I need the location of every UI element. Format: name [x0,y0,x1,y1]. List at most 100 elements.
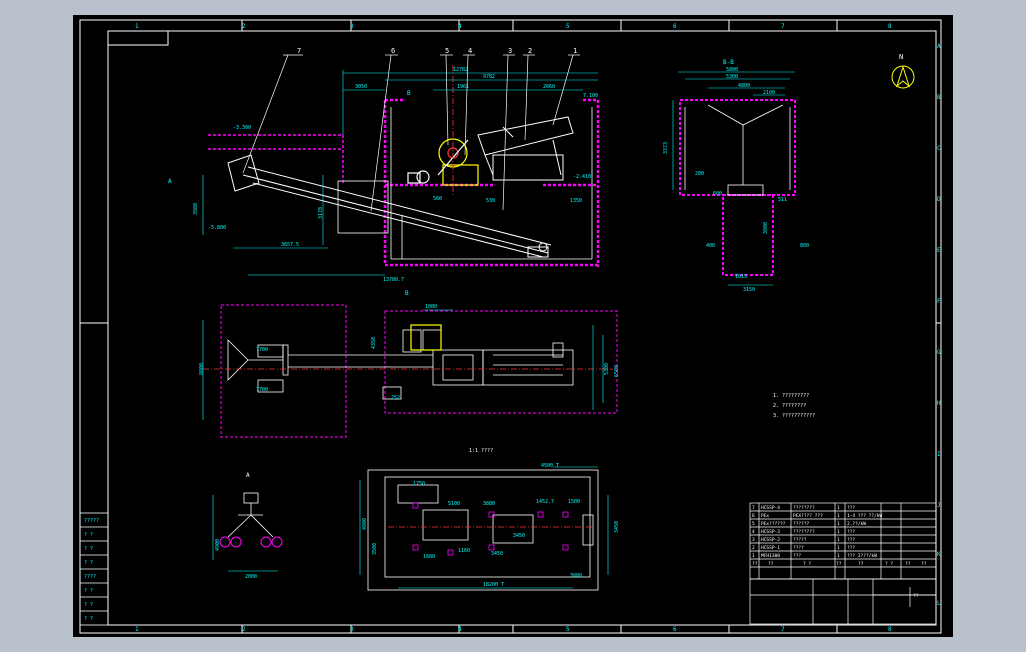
plan-dim-top: 1000 [425,304,437,310]
foundation-dimensions: 4500 T 4800 3500 3450 18200 T 1750 5100 … [359,463,620,589]
sec-s1: 511 [778,197,787,203]
section-title: B-B [723,59,734,66]
col-8-bottom: 8 [888,626,892,633]
dim-top-mid: 9782 [483,74,495,80]
sec-w1: 5800 [726,67,738,73]
sec-h6: 800 [800,243,809,249]
leader-3: 3 [508,47,512,55]
fnd-left-h2: 3500 [372,543,378,555]
pt-r1-name: ???????? [793,505,815,511]
note-2: 2. ???????? [773,403,806,409]
leader-1: 1 [573,47,577,55]
section-mark-b-top: B [407,90,411,97]
dim-deck-level: -2.410 [573,174,591,180]
col-5-bottom: 5 [566,626,570,633]
col-2-bottom: 2 [242,626,246,633]
sec-b2: 3150 [743,287,755,293]
sec-w2: 5300 [726,74,738,80]
plan-label-p1: 252 [391,395,400,401]
detail-a-outline [227,492,274,538]
strip-cell-2: ? ? [84,532,93,538]
pt-r7-mat: ??? 2???/kW [847,553,877,559]
foundation-plan[interactable]: 1:1 ???? 4500 T 4800 3500 3450 18200 T 1… [359,448,620,591]
col-3-bottom: 3 [350,626,354,633]
fnd-b: 5100 [448,501,460,507]
north-arrow-icon: N [891,53,915,89]
fnd-h: 3450 [491,551,503,557]
plan-equipment [410,324,442,351]
pt-r2-no: 6 [752,513,755,519]
pt-r4-mat: ??? [847,529,855,535]
col-6: 6 [673,23,677,30]
part-leaders: 7 6 5 4 3 2 1 [242,47,580,212]
plan-dim-left-h: 8800 [199,363,205,375]
fnd-bottom: 18200 T [483,582,504,588]
sec-h1: 3373 [663,142,669,154]
fnd-right-h: 3450 [614,521,620,533]
section-outline [684,104,791,196]
row-b: B [937,94,941,101]
pt-h-7: ?? [905,561,911,567]
leader-2: 2 [528,47,532,55]
col-1-bottom: 1 [135,626,139,633]
pt-r1-qty: 1 [837,505,840,511]
detail-a[interactable]: A 4900 2000 [212,472,283,580]
fnd-c: 3880 [483,501,495,507]
sec-b1: 1015 [735,274,747,280]
section-view-bb[interactable]: B-B 5800 5300 4800 2100 3373 200 600 380… [663,59,809,293]
col-6-bottom: 6 [673,626,677,633]
row-h: H [937,400,941,407]
pt-r4-no: 4 [752,529,755,535]
pt-h-3: ? ? [803,561,811,567]
elevation-view[interactable]: 7 6 5 4 3 2 1 12782 9782 3050 1961 2660 … [168,47,600,297]
col-8: 8 [888,23,892,30]
inclined-conveyor [227,154,552,258]
leader-7: 7 [297,47,301,55]
sec-w4: 2100 [763,90,775,96]
plan-view[interactable]: 1000 8800 5300 6500 4350 7700 7700 252 [199,304,620,438]
dim-right-level: 7.100 [583,93,598,99]
dim-top-b: 2660 [543,84,555,90]
col-2: 2 [242,23,246,30]
pt-r1-code: HCSSP-4 [761,505,780,511]
dim-left-level: -3.300 [233,125,251,131]
pt-h-2: ?? [768,561,774,567]
plan-dimensions: 1000 8800 5300 6500 4350 7700 7700 252 [199,304,620,420]
col-7: 7 [781,23,785,30]
col-5: 5 [566,23,570,30]
drawing-canvas[interactable]: 1 2 3 4 5 6 7 8 1 2 3 4 5 6 7 8 A B C D … [73,15,953,637]
pt-r2-mat: 1-4 ??? ??/kW [847,513,883,519]
row-f: F [937,298,941,305]
col-7-bottom: 7 [781,626,785,633]
fnd-j: 3880 [570,573,582,579]
pt-r5-mat: ??? [847,537,855,543]
pt-h-1: ?? [752,561,758,567]
left-strip: ????? ? ? ? ? ? ? ???? ? ? ? ? ? ? [79,512,109,626]
strip-cell-7: ? ? [84,602,93,608]
drawing-sheet: 1 2 3 4 5 6 7 8 1 2 3 4 5 6 7 8 A B C D … [79,19,942,634]
leader-4: 4 [468,47,472,55]
building-outline [337,107,593,260]
dim-top-total: 12782 [453,67,468,73]
pt-sheet: ?? [913,593,919,599]
dim-hopper-level: -5.800 [208,225,226,231]
pt-r2-qty: 1 [837,513,840,519]
fnd-i: 3450 [513,533,525,539]
pt-r5-name: ????? [793,537,807,543]
pt-h-4: ?? [836,561,842,567]
pt-r3-code: PEx?????? [761,521,786,527]
cad-viewport[interactable]: 1 2 3 4 5 6 7 8 1 2 3 4 5 6 7 8 A B C D … [0,0,1026,652]
pt-r3-name: ?????? [793,521,810,527]
pt-r6-no: 2 [752,545,755,551]
pt-r3-no: 5 [752,521,755,527]
pt-r2-code: PEx [761,513,769,519]
pt-r1-no: 7 [752,505,755,511]
north-label: N [899,53,903,61]
sec-h5: 400 [706,243,715,249]
strip-cell-3: ? ? [84,546,93,552]
row-i: I [937,451,941,458]
pt-r6-qty: 1 [837,545,840,551]
plan-label-a: 7700 [256,347,268,353]
pt-r1-mat: ??? [847,505,855,511]
row-k: K [937,551,941,558]
